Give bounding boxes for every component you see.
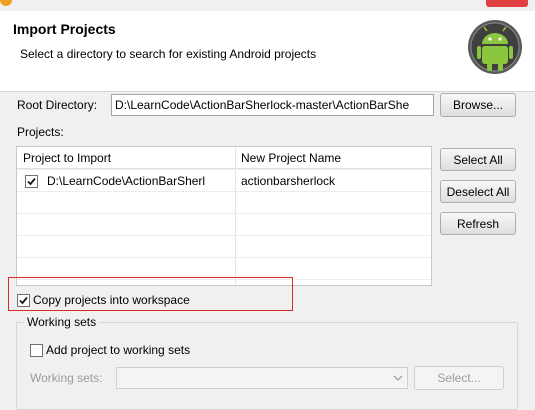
refresh-button[interactable]: Refresh [440, 212, 516, 235]
projects-table: Project to Import New Project Name D:\Le… [16, 146, 432, 286]
page-subtitle: Select a directory to search for existin… [20, 47, 317, 61]
copy-projects-checkbox[interactable] [17, 293, 30, 307]
add-to-working-sets-option[interactable]: Add project to working sets [30, 343, 190, 357]
working-sets-select-button[interactable]: Select... [414, 366, 504, 390]
row-divider [17, 257, 431, 258]
project-new-name[interactable]: actionbarsherlock [241, 170, 431, 192]
row-divider [17, 235, 431, 236]
deselect-all-button[interactable]: Deselect All [440, 180, 516, 203]
column-header-new-name[interactable]: New Project Name [235, 147, 431, 169]
page-title: Import Projects [13, 21, 116, 37]
dialog-header [0, 0, 535, 92]
window-top-strip [0, 0, 535, 11]
table-row[interactable]: D:\LearnCode\ActionBarSherl [25, 170, 233, 192]
chevron-down-icon [391, 371, 405, 385]
working-sets-combo[interactable] [116, 367, 408, 389]
project-checkbox[interactable] [25, 174, 38, 188]
column-header-project[interactable]: Project to Import [17, 147, 235, 169]
android-icon [467, 19, 523, 75]
projects-label: Projects: [17, 125, 64, 139]
working-sets-field-label: Working sets: [30, 371, 103, 385]
add-to-working-sets-checkbox[interactable] [30, 343, 43, 357]
root-directory-label: Root Directory: [17, 98, 98, 112]
copy-projects-option[interactable]: Copy projects into workspace [17, 293, 190, 307]
row-divider [17, 213, 431, 214]
root-directory-value: D:\LearnCode\ActionBarSherlock-master\Ac… [115, 98, 410, 112]
root-directory-input[interactable]: D:\LearnCode\ActionBarSherlock-master\Ac… [111, 94, 434, 116]
select-all-button[interactable]: Select All [440, 148, 516, 171]
column-separator [235, 147, 236, 285]
copy-projects-label: Copy projects into workspace [33, 293, 190, 307]
working-sets-title: Working sets [24, 315, 100, 329]
window-close-button[interactable] [486, 0, 528, 7]
project-path: D:\LearnCode\ActionBarSherl [47, 174, 206, 188]
add-to-working-sets-label: Add project to working sets [46, 343, 191, 357]
browse-button[interactable]: Browse... [440, 93, 516, 117]
